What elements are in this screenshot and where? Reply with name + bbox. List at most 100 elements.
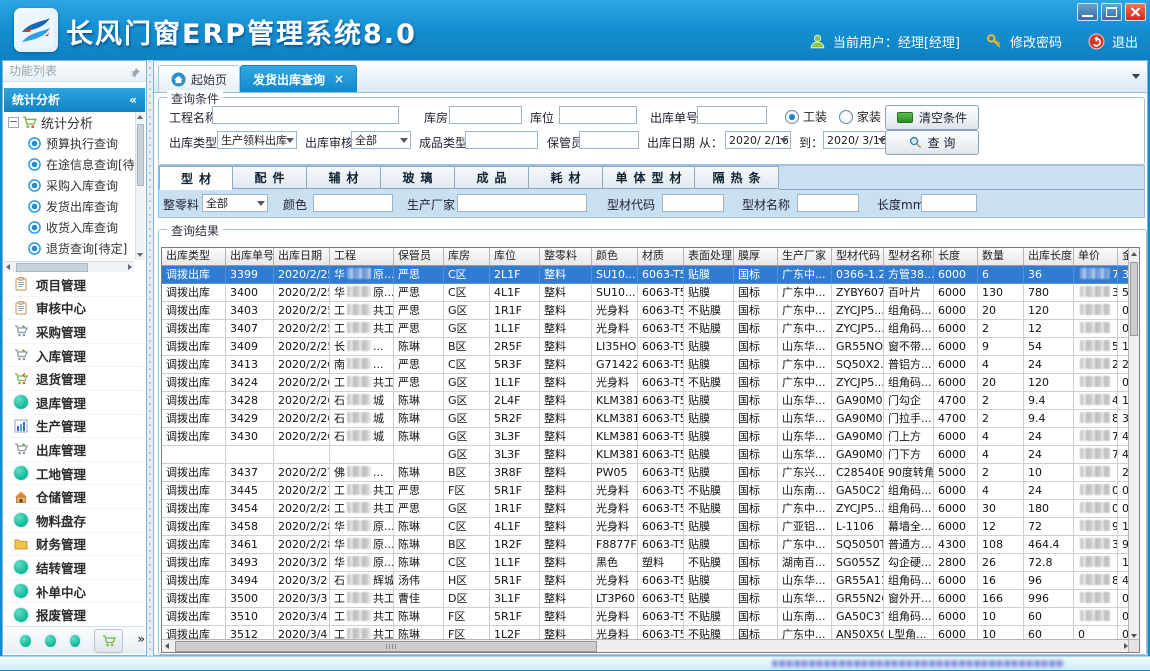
material-tab-单体型材[interactable]: 单体型材: [603, 166, 695, 189]
table-row[interactable]: 调拨出库33992020/2/25华原...严思C区2L1F整料SU10...6…: [162, 266, 1140, 284]
sidebar-item-工地管理[interactable]: 工地管理: [4, 462, 145, 486]
tree-horizontal-scrollbar[interactable]: [4, 261, 134, 272]
sidebar-item-审核中心[interactable]: 审核中心: [4, 297, 145, 321]
tree-vertical-scrollbar[interactable]: [135, 112, 145, 260]
minimize-button[interactable]: [1077, 3, 1098, 21]
table-row[interactable]: 调拨出库34372020/2/27佛...陈琳B区3R8F整料PW056063-…: [162, 464, 1140, 482]
sidebar-item-生产管理[interactable]: 生产管理: [4, 415, 145, 439]
table-row[interactable]: 调拨出库34542020/2/28工共工程严思G区1R1F整料光身料6063-T…: [162, 500, 1140, 518]
table-row[interactable]: 调拨出库34282020/2/26石城陈琳G区2L4F整料KLM38176063…: [162, 392, 1140, 410]
column-header-整零料[interactable]: 整零料: [540, 248, 592, 265]
column-header-长度[interactable]: 长度: [934, 248, 978, 265]
dot-icon[interactable]: [20, 635, 31, 647]
tree-item-退库管理[待定][interactable]: 退库管理[待定]: [4, 259, 145, 260]
sidebar-item-入库管理[interactable]: 入库管理: [4, 344, 145, 368]
search-button[interactable]: 查 询: [885, 130, 979, 155]
sidebar-item-退货管理[interactable]: 退货管理: [4, 367, 145, 391]
logout-link[interactable]: 退出: [1112, 32, 1138, 51]
table-row[interactable]: 调拨出库34452020/2/27工共工程严思F区5R1F整料光身料6063-T…: [162, 482, 1140, 500]
overflow-chevron[interactable]: »: [137, 632, 145, 646]
column-header-出库日期[interactable]: 出库日期: [274, 248, 330, 265]
column-header-膜厚[interactable]: 膜厚: [734, 248, 778, 265]
collapse-icon[interactable]: «: [129, 88, 137, 112]
tree-root-statistics[interactable]: 统计分析: [4, 112, 145, 133]
table-row[interactable]: 调拨出库34582020/2/28华原...陈琳C区4L1F整料光身料6063-…: [162, 518, 1140, 536]
pin-icon[interactable]: [129, 65, 141, 77]
grid-horizontal-scrollbar[interactable]: [162, 639, 1131, 652]
sidebar-item-补单中心[interactable]: 补单中心: [4, 580, 145, 604]
column-header-表面处理[interactable]: 表面处理: [684, 248, 734, 265]
table-row[interactable]: 调拨出库34292020/2/26石城陈琳G区5R2F整料KLM38176063…: [162, 410, 1140, 428]
sidebar-item-仓储管理[interactable]: 仓储管理: [4, 485, 145, 509]
sidebar-item-退库管理[interactable]: 退库管理: [4, 391, 145, 415]
column-header-颜色[interactable]: 颜色: [592, 248, 638, 265]
outbound-type-select[interactable]: 生产领料出库: [217, 131, 297, 149]
location-input[interactable]: [559, 106, 637, 124]
table-row[interactable]: 调拨出库34072020/2/25工共工程严思G区1L1F整料光身料6063-T…: [162, 320, 1140, 338]
column-header-保管员[interactable]: 保管员: [394, 248, 444, 265]
column-header-型材名称[interactable]: 型材名称: [884, 248, 934, 265]
radio-gongzhuang[interactable]: 工装: [785, 108, 827, 125]
material-tab-耗材[interactable]: 耗材: [529, 166, 603, 189]
whole-part-select[interactable]: 全部: [202, 194, 268, 212]
dot-icon[interactable]: [45, 635, 56, 647]
table-row[interactable]: 调拨出库34302020/2/26石城陈琳G区3L3F整料KLM38176063…: [162, 428, 1140, 446]
material-tab-成品[interactable]: 成品: [455, 166, 529, 189]
column-header-出库类型[interactable]: 出库类型: [162, 248, 226, 265]
table-row[interactable]: 调拨出库34242020/2/26工共工程严思G区1L1F整料光身料6063-T…: [162, 374, 1140, 392]
dot-icon[interactable]: [70, 635, 81, 647]
profile-code-input[interactable]: [662, 194, 724, 212]
outbound-audit-select[interactable]: 全部: [351, 131, 411, 149]
material-tab-玻璃[interactable]: 玻璃: [381, 166, 455, 189]
column-header-型材代码[interactable]: 型材代码: [832, 248, 884, 265]
sidebar-item-物料盘存[interactable]: 物料盘存: [4, 509, 145, 533]
material-tab-辅材[interactable]: 辅材: [307, 166, 381, 189]
tree-item-预算执行查询[interactable]: 预算执行查询: [4, 133, 145, 154]
tree-expander-icon[interactable]: [8, 117, 19, 128]
profile-name-input[interactable]: [797, 194, 859, 212]
table-row[interactable]: 调拨出库35102020/3/4工共工程陈琳F区5R1F整料光身料6063-T5…: [162, 608, 1140, 626]
color-input[interactable]: [313, 194, 393, 212]
date-to-picker[interactable]: 2020/ 3/16: [823, 131, 889, 149]
column-header-材质[interactable]: 材质: [638, 248, 684, 265]
table-row[interactable]: 调拨出库34932020/3/2华原...陈琳C区1L1F整料黑色塑料不贴膜国标…: [162, 554, 1140, 572]
column-header-出库单号[interactable]: 出库单号: [226, 248, 274, 265]
sidebar-item-出库管理[interactable]: 出库管理: [4, 438, 145, 462]
length-input[interactable]: [921, 194, 977, 212]
date-from-picker[interactable]: 2020/ 2/16: [725, 131, 791, 149]
sidebar-item-采购管理[interactable]: 采购管理: [4, 320, 145, 344]
manufacturer-input[interactable]: [457, 194, 587, 212]
column-header-库位[interactable]: 库位: [490, 248, 540, 265]
radio-jiazhuang[interactable]: 家装: [839, 108, 881, 125]
sidebar-item-项目管理[interactable]: 项目管理: [4, 273, 145, 297]
warehouse-input[interactable]: [449, 106, 522, 124]
tree-item-发货出库查询[interactable]: 发货出库查询: [4, 196, 145, 217]
column-header-生产厂家[interactable]: 生产厂家: [778, 248, 832, 265]
section-header-statistics[interactable]: 统计分析 «: [4, 88, 145, 112]
product-type-input[interactable]: [465, 131, 538, 149]
tab-home[interactable]: 起始页: [158, 65, 240, 92]
clear-conditions-button[interactable]: 清空条件: [885, 105, 979, 130]
material-tab-型材[interactable]: 型材: [159, 166, 233, 190]
column-header-单价[interactable]: 单价: [1074, 248, 1118, 265]
tree-item-退货查询[待定][interactable]: 退货查询[待定]: [4, 238, 145, 259]
table-row[interactable]: 调拨出库35002020/3/3工共工程曹佳D区3L1F整料LT3P606063…: [162, 590, 1140, 608]
table-row[interactable]: 调拨出库34032020/2/25工共工程严思G区1R1F整料光身料6063-T…: [162, 302, 1140, 320]
material-tab-隔热条[interactable]: 隔热条: [695, 166, 779, 189]
column-header-数量[interactable]: 数量: [978, 248, 1024, 265]
tree-item-在途信息查询[待[interactable]: 在途信息查询[待: [4, 154, 145, 175]
table-row[interactable]: 调拨出库34942020/3/2石辉城汤伟H区5R1F整料光身料6063-T5贴…: [162, 572, 1140, 590]
table-row[interactable]: 调拨出库34002020/2/25华原...严思C区4L1F整料SU10...6…: [162, 284, 1140, 302]
cart-button[interactable]: [94, 629, 123, 653]
table-row[interactable]: 调拨出库34612020/2/28华原...陈琳B区1R2F整料F8877FT6…: [162, 536, 1140, 554]
column-header-工程[interactable]: 工程: [330, 248, 394, 265]
table-row[interactable]: 调拨出库34092020/2/25长...陈琳B区2R5F整料LI35HO606…: [162, 338, 1140, 356]
tab-shipping-outbound-query[interactable]: 发货出库查询 ×: [240, 65, 357, 92]
column-header-出库长度[interactable]: 出库长度: [1024, 248, 1074, 265]
keeper-input[interactable]: [579, 131, 639, 149]
table-row[interactable]: 调拨出库34132020/2/26南...严思C区5R3F整料G71422606…: [162, 356, 1140, 374]
maximize-button[interactable]: [1101, 3, 1122, 21]
material-tab-配件[interactable]: 配件: [233, 166, 307, 189]
project-name-input[interactable]: [212, 106, 399, 124]
close-button[interactable]: [1125, 3, 1146, 21]
